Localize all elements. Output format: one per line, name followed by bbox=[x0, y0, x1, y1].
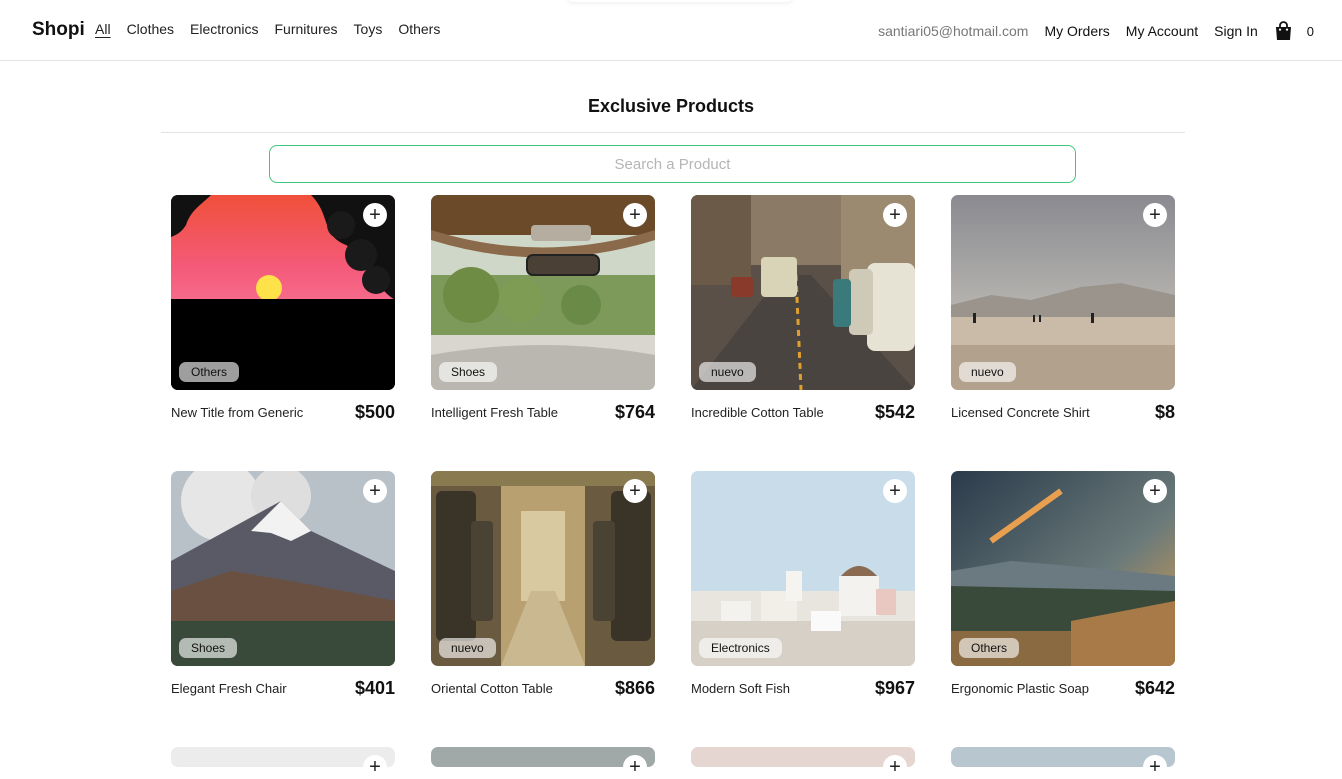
nav-all[interactable]: All bbox=[95, 21, 111, 37]
add-to-cart-button[interactable]: + bbox=[363, 755, 387, 779]
product-price: $8 bbox=[1154, 402, 1175, 422]
search-input[interactable] bbox=[269, 145, 1076, 183]
user-email: santiari05@hotmail.com bbox=[878, 23, 1029, 39]
category-badge: Others bbox=[959, 638, 1020, 658]
add-to-cart-button[interactable]: + bbox=[623, 755, 647, 779]
page-title: Exclusive Products bbox=[587, 96, 755, 116]
product-image-sunset[interactable] bbox=[171, 195, 395, 390]
product-card[interactable]: + Electronics Modern Soft Fish $967 bbox=[691, 471, 915, 711]
product-image-city-street[interactable] bbox=[691, 195, 915, 390]
product-name: Licensed Concrete Shirt bbox=[951, 405, 1090, 420]
product-image-partial[interactable] bbox=[431, 747, 655, 767]
category-badge: Electronics bbox=[699, 638, 782, 658]
product-image-mountain[interactable] bbox=[171, 471, 395, 666]
add-to-cart-button[interactable]: + bbox=[623, 479, 647, 503]
cart-button[interactable]: 0 bbox=[1274, 21, 1314, 41]
add-to-cart-button[interactable]: + bbox=[1143, 203, 1167, 227]
product-image-landscape[interactable] bbox=[951, 471, 1175, 666]
brand-logo[interactable]: Shopi bbox=[32, 19, 85, 41]
product-name: Incredible Cotton Table bbox=[691, 405, 824, 420]
my-orders-link[interactable]: My Orders bbox=[1044, 23, 1109, 39]
product-card[interactable]: + nuevo Licensed Concrete Shirt $8 bbox=[951, 195, 1175, 435]
product-image-partial[interactable] bbox=[691, 747, 915, 767]
add-to-cart-button[interactable]: + bbox=[363, 479, 387, 503]
product-card[interactable]: + Others New Title from Generic $500 bbox=[171, 195, 395, 435]
product-name: Modern Soft Fish bbox=[691, 681, 790, 696]
product-price: $764 bbox=[614, 402, 655, 422]
product-price: $866 bbox=[614, 678, 655, 698]
add-to-cart-button[interactable]: + bbox=[883, 755, 907, 779]
product-price: $642 bbox=[1134, 678, 1175, 698]
product-card[interactable]: + nuevo Oriental Cotton Table $866 bbox=[431, 471, 655, 711]
product-image-santorini[interactable] bbox=[691, 471, 915, 666]
category-badge: Others bbox=[179, 362, 240, 382]
product-name: Oriental Cotton Table bbox=[431, 681, 553, 696]
product-name: Ergonomic Plastic Soap bbox=[951, 681, 1090, 696]
product-name: Intelligent Fresh Table bbox=[431, 405, 558, 420]
category-nav: All Clothes Electronics Furnitures Toys … bbox=[95, 21, 440, 37]
product-card[interactable]: + Others Ergonomic Plastic Soap $642 bbox=[951, 471, 1175, 711]
product-card[interactable]: + nuevo Incredible Cotton Table $542 bbox=[691, 195, 915, 435]
product-card[interactable]: + Shoes Intelligent Fresh Table $764 bbox=[431, 195, 655, 435]
product-price: $500 bbox=[354, 402, 395, 422]
account-nav: santiari05@hotmail.com My Orders My Acco… bbox=[878, 21, 1314, 41]
category-badge: nuevo bbox=[439, 638, 496, 658]
top-notch bbox=[566, 0, 794, 2]
nav-electronics[interactable]: Electronics bbox=[190, 21, 258, 37]
product-card[interactable]: + bbox=[691, 747, 915, 779]
product-image-car-interior[interactable] bbox=[431, 195, 655, 390]
product-image-partial[interactable] bbox=[951, 747, 1175, 767]
product-card[interactable]: + bbox=[171, 747, 395, 779]
my-account-link[interactable]: My Account bbox=[1126, 23, 1198, 39]
product-name: Elegant Fresh Chair bbox=[171, 681, 287, 696]
add-to-cart-button[interactable]: + bbox=[1143, 479, 1167, 503]
top-navbar: Shopi All Clothes Electronics Furnitures… bbox=[0, 0, 1342, 61]
add-to-cart-button[interactable]: + bbox=[1143, 755, 1167, 779]
product-image-partial[interactable] bbox=[171, 747, 395, 767]
product-image-bus-interior[interactable] bbox=[431, 471, 655, 666]
product-card[interactable]: + Shoes Elegant Fresh Chair $401 bbox=[171, 471, 395, 711]
product-card[interactable]: + bbox=[431, 747, 655, 779]
product-card[interactable]: + bbox=[951, 747, 1175, 779]
product-price: $967 bbox=[874, 678, 915, 698]
add-to-cart-button[interactable]: + bbox=[363, 203, 387, 227]
nav-others[interactable]: Others bbox=[398, 21, 440, 37]
product-image-beach[interactable] bbox=[951, 195, 1175, 390]
nav-toys[interactable]: Toys bbox=[354, 21, 383, 37]
title-divider bbox=[161, 132, 1185, 133]
category-badge: nuevo bbox=[699, 362, 756, 382]
category-badge: nuevo bbox=[959, 362, 1016, 382]
nav-furnitures[interactable]: Furnitures bbox=[275, 21, 338, 37]
add-to-cart-button[interactable]: + bbox=[623, 203, 647, 227]
shopping-bag-icon bbox=[1275, 21, 1291, 40]
category-badge: Shoes bbox=[179, 638, 238, 658]
product-price: $401 bbox=[354, 678, 395, 698]
product-name: New Title from Generic bbox=[171, 405, 304, 420]
product-price: $542 bbox=[874, 402, 915, 422]
sign-in-link[interactable]: Sign In bbox=[1214, 23, 1258, 39]
cart-count: 0 bbox=[1306, 23, 1314, 39]
category-badge: Shoes bbox=[439, 362, 498, 382]
nav-clothes[interactable]: Clothes bbox=[127, 21, 174, 37]
add-to-cart-button[interactable]: + bbox=[883, 203, 907, 227]
add-to-cart-button[interactable]: + bbox=[883, 479, 907, 503]
